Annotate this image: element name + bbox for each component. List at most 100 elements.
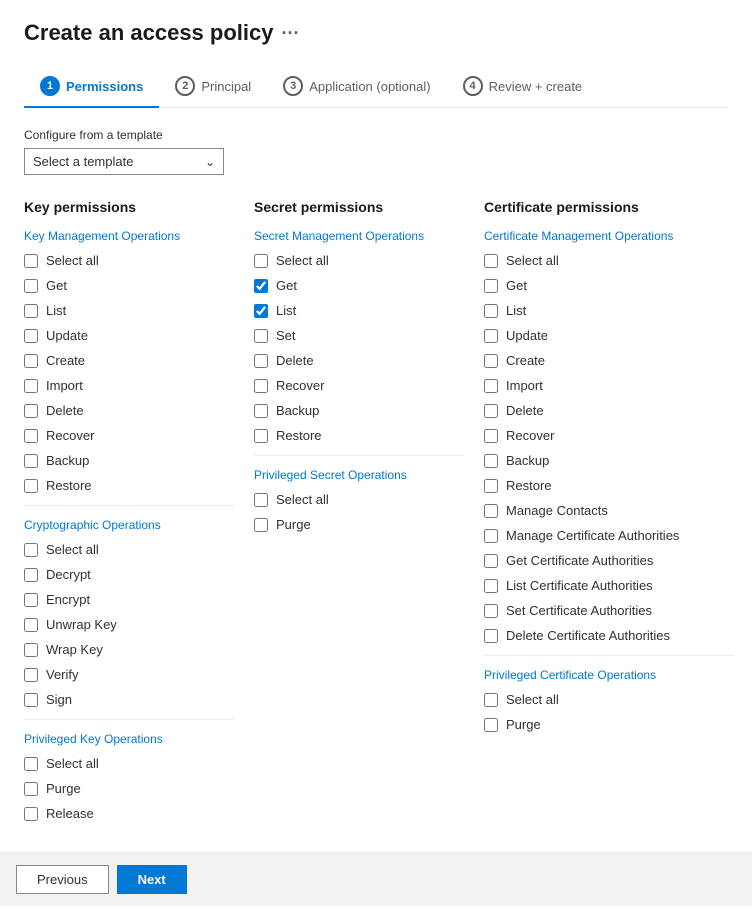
cert-select-all-checkbox[interactable]: [484, 254, 498, 268]
key-unwrap-label[interactable]: Unwrap Key: [46, 617, 117, 632]
key-select-all-checkbox[interactable]: [24, 254, 38, 268]
next-button[interactable]: Next: [117, 865, 187, 894]
key-list-label[interactable]: List: [46, 303, 66, 318]
cert-list-label[interactable]: List: [506, 303, 526, 318]
key-recover-checkbox[interactable]: [24, 429, 38, 443]
key-verify-checkbox[interactable]: [24, 668, 38, 682]
sec-get-checkbox[interactable]: [254, 279, 268, 293]
key-sign-checkbox[interactable]: [24, 693, 38, 707]
cert-update-checkbox[interactable]: [484, 329, 498, 343]
cert-manage-ca-checkbox[interactable]: [484, 529, 498, 543]
key-import-label[interactable]: Import: [46, 378, 83, 393]
key-get-checkbox[interactable]: [24, 279, 38, 293]
key-sign-label[interactable]: Sign: [46, 692, 72, 707]
key-create-label[interactable]: Create: [46, 353, 85, 368]
key-update-label[interactable]: Update: [46, 328, 88, 343]
cert-recover-label[interactable]: Recover: [506, 428, 554, 443]
cert-import-label[interactable]: Import: [506, 378, 543, 393]
sec-delete-label[interactable]: Delete: [276, 353, 314, 368]
key-release-checkbox[interactable]: [24, 807, 38, 821]
cert-create-checkbox[interactable]: [484, 354, 498, 368]
cert-update-label[interactable]: Update: [506, 328, 548, 343]
sec-purge-label[interactable]: Purge: [276, 517, 311, 532]
key-purge-label[interactable]: Purge: [46, 781, 81, 796]
cert-restore-checkbox[interactable]: [484, 479, 498, 493]
tab-review[interactable]: 4 Review + create: [447, 66, 599, 108]
sec-recover-checkbox[interactable]: [254, 379, 268, 393]
key-import-checkbox[interactable]: [24, 379, 38, 393]
cert-list-ca-label[interactable]: List Certificate Authorities: [506, 578, 653, 593]
key-encrypt-label[interactable]: Encrypt: [46, 592, 90, 607]
cert-delete-checkbox[interactable]: [484, 404, 498, 418]
key-restore-label[interactable]: Restore: [46, 478, 92, 493]
sec-priv-select-all-checkbox[interactable]: [254, 493, 268, 507]
key-unwrap-checkbox[interactable]: [24, 618, 38, 632]
sec-restore-checkbox[interactable]: [254, 429, 268, 443]
cert-delete-ca-checkbox[interactable]: [484, 629, 498, 643]
key-crypto-select-all-checkbox[interactable]: [24, 543, 38, 557]
key-backup-label[interactable]: Backup: [46, 453, 89, 468]
cert-manage-contacts-checkbox[interactable]: [484, 504, 498, 518]
key-create-checkbox[interactable]: [24, 354, 38, 368]
key-decrypt-checkbox[interactable]: [24, 568, 38, 582]
tab-application[interactable]: 3 Application (optional): [267, 66, 446, 108]
cert-restore-label[interactable]: Restore: [506, 478, 552, 493]
sec-select-all-checkbox[interactable]: [254, 254, 268, 268]
cert-manage-ca-label[interactable]: Manage Certificate Authorities: [506, 528, 679, 543]
sec-restore-label[interactable]: Restore: [276, 428, 322, 443]
cert-get-ca-label[interactable]: Get Certificate Authorities: [506, 553, 653, 568]
cert-priv-select-all-checkbox[interactable]: [484, 693, 498, 707]
key-delete-label[interactable]: Delete: [46, 403, 84, 418]
cert-list-checkbox[interactable]: [484, 304, 498, 318]
cert-set-ca-label[interactable]: Set Certificate Authorities: [506, 603, 652, 618]
cert-delete-ca-label[interactable]: Delete Certificate Authorities: [506, 628, 670, 643]
sec-list-label[interactable]: List: [276, 303, 296, 318]
key-recover-label[interactable]: Recover: [46, 428, 94, 443]
cert-backup-checkbox[interactable]: [484, 454, 498, 468]
key-select-all-label[interactable]: Select all: [46, 253, 99, 268]
sec-recover-label[interactable]: Recover: [276, 378, 324, 393]
cert-select-all-label[interactable]: Select all: [506, 253, 559, 268]
sec-priv-select-all-label[interactable]: Select all: [276, 492, 329, 507]
cert-manage-contacts-label[interactable]: Manage Contacts: [506, 503, 608, 518]
key-restore-checkbox[interactable]: [24, 479, 38, 493]
key-purge-checkbox[interactable]: [24, 782, 38, 796]
key-delete-checkbox[interactable]: [24, 404, 38, 418]
cert-get-label[interactable]: Get: [506, 278, 527, 293]
sec-select-all-label[interactable]: Select all: [276, 253, 329, 268]
key-verify-label[interactable]: Verify: [46, 667, 79, 682]
key-encrypt-checkbox[interactable]: [24, 593, 38, 607]
key-crypto-select-all-label[interactable]: Select all: [46, 542, 99, 557]
cert-list-ca-checkbox[interactable]: [484, 579, 498, 593]
key-priv-select-all-checkbox[interactable]: [24, 757, 38, 771]
sec-get-label[interactable]: Get: [276, 278, 297, 293]
cert-get-checkbox[interactable]: [484, 279, 498, 293]
sec-backup-checkbox[interactable]: [254, 404, 268, 418]
template-dropdown[interactable]: Select a template ⌄: [24, 148, 224, 175]
cert-create-label[interactable]: Create: [506, 353, 545, 368]
key-priv-select-all-label[interactable]: Select all: [46, 756, 99, 771]
cert-set-ca-checkbox[interactable]: [484, 604, 498, 618]
sec-delete-checkbox[interactable]: [254, 354, 268, 368]
previous-button[interactable]: Previous: [16, 865, 109, 894]
key-wrap-checkbox[interactable]: [24, 643, 38, 657]
sec-set-label[interactable]: Set: [276, 328, 296, 343]
tab-permissions[interactable]: 1 Permissions: [24, 66, 159, 108]
key-update-checkbox[interactable]: [24, 329, 38, 343]
cert-import-checkbox[interactable]: [484, 379, 498, 393]
key-get-label[interactable]: Get: [46, 278, 67, 293]
cert-delete-label[interactable]: Delete: [506, 403, 544, 418]
cert-purge-checkbox[interactable]: [484, 718, 498, 732]
cert-backup-label[interactable]: Backup: [506, 453, 549, 468]
key-release-label[interactable]: Release: [46, 806, 94, 821]
key-wrap-label[interactable]: Wrap Key: [46, 642, 103, 657]
key-decrypt-label[interactable]: Decrypt: [46, 567, 91, 582]
sec-purge-checkbox[interactable]: [254, 518, 268, 532]
key-list-checkbox[interactable]: [24, 304, 38, 318]
cert-priv-select-all-label[interactable]: Select all: [506, 692, 559, 707]
key-backup-checkbox[interactable]: [24, 454, 38, 468]
sec-backup-label[interactable]: Backup: [276, 403, 319, 418]
cert-recover-checkbox[interactable]: [484, 429, 498, 443]
cert-purge-label[interactable]: Purge: [506, 717, 541, 732]
sec-list-checkbox[interactable]: [254, 304, 268, 318]
